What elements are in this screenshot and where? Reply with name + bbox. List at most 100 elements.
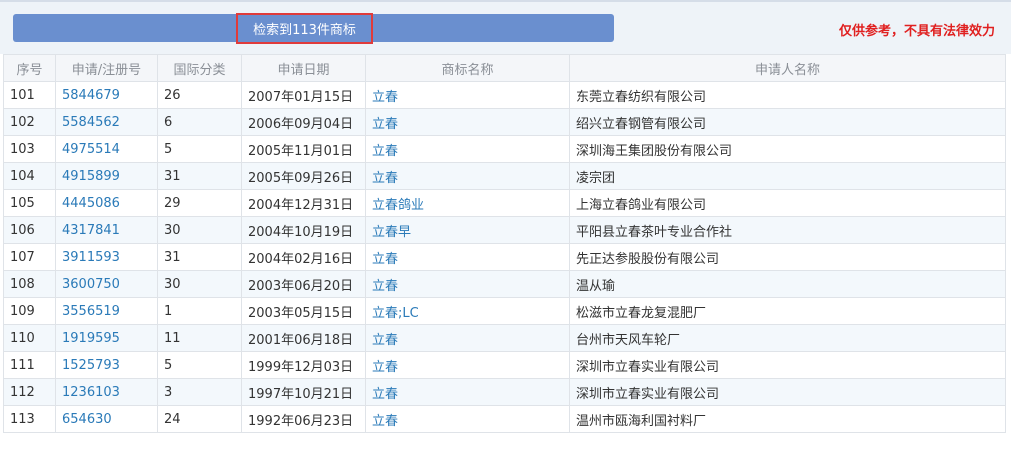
cell-class: 1 bbox=[157, 297, 242, 325]
cell-date: 2004年10月19日 bbox=[241, 216, 366, 244]
cell-mark[interactable]: 立春 bbox=[365, 162, 570, 190]
cell-date: 1992年06月23日 bbox=[241, 405, 366, 433]
cell-index: 110 bbox=[3, 324, 56, 352]
cell-applicant: 东莞立春纺织有限公司 bbox=[569, 81, 1006, 109]
cell-class: 3 bbox=[157, 378, 242, 406]
table-row: 109 3556519 1 2003年05月15日 立春;LC 松滋市立春龙复混肥厂 bbox=[3, 297, 1006, 325]
cell-index: 105 bbox=[3, 189, 56, 217]
cell-index: 106 bbox=[3, 216, 56, 244]
cell-date: 2007年01月15日 bbox=[241, 81, 366, 109]
table-row: 108 3600750 30 2003年06月20日 立春 温从瑜 bbox=[3, 270, 1006, 298]
table-row: 111 1525793 5 1999年12月03日 立春 深圳市立春实业有限公司 bbox=[3, 351, 1006, 379]
trademark-table: 序号 申请/注册号 国际分类 申请日期 商标名称 申请人名称 101 584467… bbox=[3, 54, 1006, 433]
column-header-reg-no: 申请/注册号 bbox=[55, 54, 158, 82]
table-row: 107 3911593 31 2004年02月16日 立春 先正达参股股份有限公司 bbox=[3, 243, 1006, 271]
cell-reg-no[interactable]: 4445086 bbox=[55, 189, 158, 217]
cell-mark[interactable]: 立春鸽业 bbox=[365, 189, 570, 217]
cell-class: 11 bbox=[157, 324, 242, 352]
cell-date: 2005年11月01日 bbox=[241, 135, 366, 163]
cell-index: 108 bbox=[3, 270, 56, 298]
cell-reg-no[interactable]: 3911593 bbox=[55, 243, 158, 271]
cell-class: 29 bbox=[157, 189, 242, 217]
cell-reg-no[interactable]: 1919595 bbox=[55, 324, 158, 352]
cell-mark[interactable]: 立春 bbox=[365, 351, 570, 379]
column-header-class: 国际分类 bbox=[157, 54, 242, 82]
table-row: 113 654630 24 1992年06月23日 立春 温州市瓯海利国衬料厂 bbox=[3, 405, 1006, 433]
cell-class: 31 bbox=[157, 243, 242, 271]
cell-reg-no[interactable]: 3556519 bbox=[55, 297, 158, 325]
cell-reg-no[interactable]: 4975514 bbox=[55, 135, 158, 163]
cell-index: 103 bbox=[3, 135, 56, 163]
cell-index: 111 bbox=[3, 351, 56, 379]
cell-mark[interactable]: 立春早 bbox=[365, 216, 570, 244]
cell-reg-no[interactable]: 5584562 bbox=[55, 108, 158, 136]
table-row: 110 1919595 11 2001年06月18日 立春 台州市天风车轮厂 bbox=[3, 324, 1006, 352]
cell-reg-no[interactable]: 5844679 bbox=[55, 81, 158, 109]
cell-index: 101 bbox=[3, 81, 56, 109]
disclaimer-text: 仅供参考，不具有法律效力 bbox=[838, 24, 995, 39]
cell-applicant: 深圳海王集团股份有限公司 bbox=[569, 135, 1006, 163]
cell-applicant: 松滋市立春龙复混肥厂 bbox=[569, 297, 1006, 325]
cell-mark[interactable]: 立春 bbox=[365, 405, 570, 433]
cell-class: 24 bbox=[157, 405, 242, 433]
cell-index: 109 bbox=[3, 297, 56, 325]
cell-applicant: 深圳市立春实业有限公司 bbox=[569, 351, 1006, 379]
table-row: 103 4975514 5 2005年11月01日 立春 深圳海王集团股份有限公司 bbox=[3, 135, 1006, 163]
column-header-index: 序号 bbox=[3, 54, 56, 82]
cell-reg-no[interactable]: 4317841 bbox=[55, 216, 158, 244]
cell-reg-no[interactable]: 1525793 bbox=[55, 351, 158, 379]
table-row: 101 5844679 26 2007年01月15日 立春 东莞立春纺织有限公司 bbox=[3, 81, 1006, 109]
cell-class: 26 bbox=[157, 81, 242, 109]
cell-mark[interactable]: 立春 bbox=[365, 270, 570, 298]
cell-mark[interactable]: 立春 bbox=[365, 243, 570, 271]
cell-applicant: 绍兴立春钢管有限公司 bbox=[569, 108, 1006, 136]
table-row: 112 1236103 3 1997年10月21日 立春 深圳市立春实业有限公司 bbox=[3, 378, 1006, 406]
cell-class: 5 bbox=[157, 135, 242, 163]
column-header-mark: 商标名称 bbox=[365, 54, 570, 82]
table-row: 102 5584562 6 2006年09月04日 立春 绍兴立春钢管有限公司 bbox=[3, 108, 1006, 136]
cell-reg-no[interactable]: 3600750 bbox=[55, 270, 158, 298]
cell-mark[interactable]: 立春 bbox=[365, 135, 570, 163]
cell-index: 104 bbox=[3, 162, 56, 190]
cell-class: 31 bbox=[157, 162, 242, 190]
cell-applicant: 平阳县立春茶叶专业合作社 bbox=[569, 216, 1006, 244]
cell-date: 2001年06月18日 bbox=[241, 324, 366, 352]
table-row: 105 4445086 29 2004年12月31日 立春鸽业 上海立春鸽业有限公司 bbox=[3, 189, 1006, 217]
cell-date: 2004年12月31日 bbox=[241, 189, 366, 217]
cell-class: 5 bbox=[157, 351, 242, 379]
cell-applicant: 先正达参股股份有限公司 bbox=[569, 243, 1006, 271]
column-header-date: 申请日期 bbox=[241, 54, 366, 82]
cell-applicant: 上海立春鸽业有限公司 bbox=[569, 189, 1006, 217]
cell-reg-no[interactable]: 654630 bbox=[55, 405, 158, 433]
cell-index: 112 bbox=[3, 378, 56, 406]
cell-class: 30 bbox=[157, 216, 242, 244]
cell-mark[interactable]: 立春;LC bbox=[365, 297, 570, 325]
cell-index: 107 bbox=[3, 243, 56, 271]
cell-mark[interactable]: 立春 bbox=[365, 378, 570, 406]
table-row: 106 4317841 30 2004年10月19日 立春早 平阳县立春茶叶专业合作社 bbox=[3, 216, 1006, 244]
cell-applicant: 温州市瓯海利国衬料厂 bbox=[569, 405, 1006, 433]
cell-date: 2003年06月20日 bbox=[241, 270, 366, 298]
cell-date: 1999年12月03日 bbox=[241, 351, 366, 379]
table-header-row: 序号 申请/注册号 国际分类 申请日期 商标名称 申请人名称 bbox=[3, 54, 1006, 82]
cell-date: 2004年02月16日 bbox=[241, 243, 366, 271]
cell-class: 30 bbox=[157, 270, 242, 298]
cell-mark[interactable]: 立春 bbox=[365, 81, 570, 109]
results-header: 检索到113件商标 仅供参考，不具有法律效力 bbox=[0, 2, 1011, 54]
cell-date: 1997年10月21日 bbox=[241, 378, 366, 406]
cell-date: 2005年09月26日 bbox=[241, 162, 366, 190]
cell-reg-no[interactable]: 1236103 bbox=[55, 378, 158, 406]
cell-index: 113 bbox=[3, 405, 56, 433]
result-count-button[interactable]: 检索到113件商标 bbox=[236, 13, 373, 44]
table-row: 104 4915899 31 2005年09月26日 立春 凌宗团 bbox=[3, 162, 1006, 190]
column-header-applicant: 申请人名称 bbox=[569, 54, 1006, 82]
cell-index: 102 bbox=[3, 108, 56, 136]
cell-mark[interactable]: 立春 bbox=[365, 324, 570, 352]
cell-applicant: 台州市天风车轮厂 bbox=[569, 324, 1006, 352]
cell-class: 6 bbox=[157, 108, 242, 136]
cell-date: 2003年05月15日 bbox=[241, 297, 366, 325]
cell-reg-no[interactable]: 4915899 bbox=[55, 162, 158, 190]
cell-date: 2006年09月04日 bbox=[241, 108, 366, 136]
cell-applicant: 凌宗团 bbox=[569, 162, 1006, 190]
cell-mark[interactable]: 立春 bbox=[365, 108, 570, 136]
